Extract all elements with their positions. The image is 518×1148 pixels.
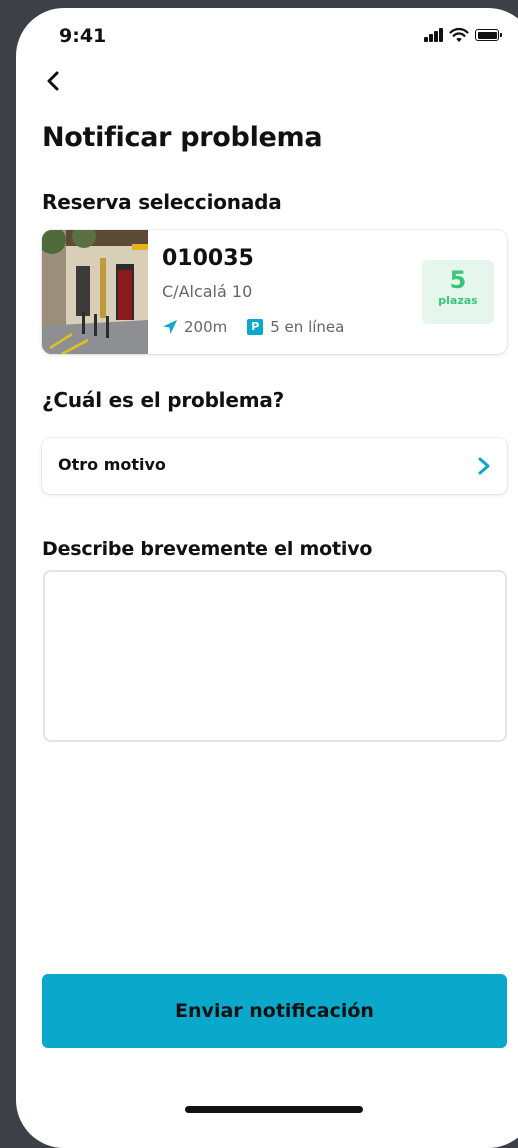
navigation-arrow-icon <box>163 320 177 334</box>
reservation-card[interactable]: 010035 C/Alcalá 10 200m P 5 en línea 5 p… <box>42 230 507 354</box>
distance-text: 200m <box>184 318 228 336</box>
signal-icon <box>424 28 444 42</box>
status-bar: 9:41 <box>16 8 518 64</box>
chevron-right-icon <box>478 457 490 475</box>
spots-count: 5 <box>449 266 467 294</box>
reservation-address: C/Alcalá 10 <box>162 282 253 301</box>
chevron-left-icon <box>47 71 59 91</box>
reservation-section-title: Reserva seleccionada <box>42 190 282 214</box>
submit-notification-button[interactable]: Enviar notificación <box>42 974 507 1048</box>
back-button[interactable] <box>36 64 70 98</box>
status-time: 9:41 <box>59 25 107 47</box>
problem-reason-select[interactable]: Otro motivo <box>42 438 507 494</box>
reservation-meta: 200m P 5 en línea <box>162 318 344 336</box>
selected-reason: Otro motivo <box>58 455 166 474</box>
home-indicator <box>185 1106 363 1113</box>
phone-screen: 9:41 Notificar problema Reserva seleccio… <box>16 8 518 1148</box>
wifi-icon <box>449 27 469 42</box>
parking-icon: P <box>247 319 264 335</box>
description-textarea[interactable] <box>43 570 507 742</box>
battery-icon <box>475 29 502 41</box>
street-photo <box>42 230 148 354</box>
reservation-code: 010035 <box>162 246 254 271</box>
page-title: Notificar problema <box>42 122 323 153</box>
description-section-title: Describe brevemente el motivo <box>42 538 373 560</box>
problem-section-title: ¿Cuál es el problema? <box>42 388 285 412</box>
parking-availability-text: 5 en línea <box>270 318 345 336</box>
spots-label: plazas <box>438 294 478 307</box>
spots-badge: 5 plazas <box>422 260 494 324</box>
